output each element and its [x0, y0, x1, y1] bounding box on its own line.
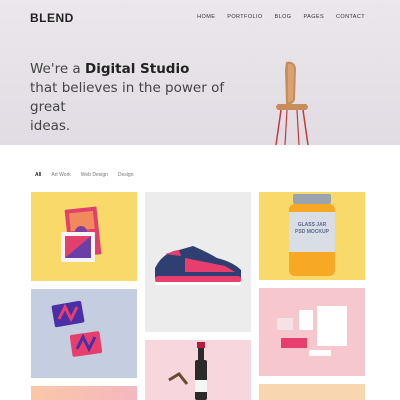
hero-headline: We're a Digital Studio that believes in …	[30, 60, 260, 136]
nav-pages[interactable]: PAGES	[303, 14, 324, 20]
jar-label: GLASS JAR PSD MOCKUP	[289, 222, 335, 236]
hero-line2: that believes in the power of great	[30, 80, 225, 115]
stationery-image	[277, 306, 347, 356]
portfolio-item-m-cards[interactable]	[31, 289, 137, 378]
main-nav: HOME PORTFOLIO BLOG PAGES CONTACT	[197, 14, 365, 20]
nav-contact[interactable]: CONTACT	[336, 14, 365, 20]
filter-art-work[interactable]: Art Work	[51, 172, 70, 178]
sneaker-image	[155, 246, 241, 285]
m-cards-image	[51, 300, 103, 357]
portfolio-filters: All Art Work Web Design Design	[35, 172, 133, 178]
portfolio-item-stationery[interactable]	[259, 288, 365, 376]
hero-line3: ideas.	[30, 118, 71, 134]
jar-label-line1: GLASS JAR	[297, 222, 327, 228]
glass-jar-image	[289, 194, 335, 276]
wine-image	[168, 342, 207, 400]
nav-portfolio[interactable]: PORTFOLIO	[227, 14, 262, 20]
portfolio-item-wine[interactable]	[145, 340, 251, 400]
pink-cards-image	[61, 206, 102, 262]
jar-label-line2: PSD MOCKUP	[295, 229, 329, 235]
filter-all[interactable]: All	[35, 172, 41, 178]
site-logo[interactable]: BLEND	[30, 11, 74, 25]
portfolio-item-card-gradient[interactable]	[31, 386, 137, 400]
nav-blog[interactable]: BLOG	[275, 14, 292, 20]
portfolio-item-glass-jar[interactable]: GLASS JAR PSD MOCKUP	[259, 192, 365, 280]
hero-line1-prefix: We're a	[30, 61, 85, 77]
portfolio-item-sneaker[interactable]	[145, 192, 251, 332]
hero-section: BLEND HOME PORTFOLIO BLOG PAGES CONTACT …	[0, 0, 400, 145]
filter-web-design[interactable]: Web Design	[81, 172, 108, 178]
portfolio-item-pink-cards[interactable]	[31, 192, 137, 281]
nav-home[interactable]: HOME	[197, 14, 215, 20]
portfolio-item-peach[interactable]	[259, 384, 365, 400]
hero-line1-bold: Digital Studio	[85, 61, 190, 77]
chair-illustration	[275, 61, 309, 145]
filter-design[interactable]: Design	[118, 172, 134, 178]
